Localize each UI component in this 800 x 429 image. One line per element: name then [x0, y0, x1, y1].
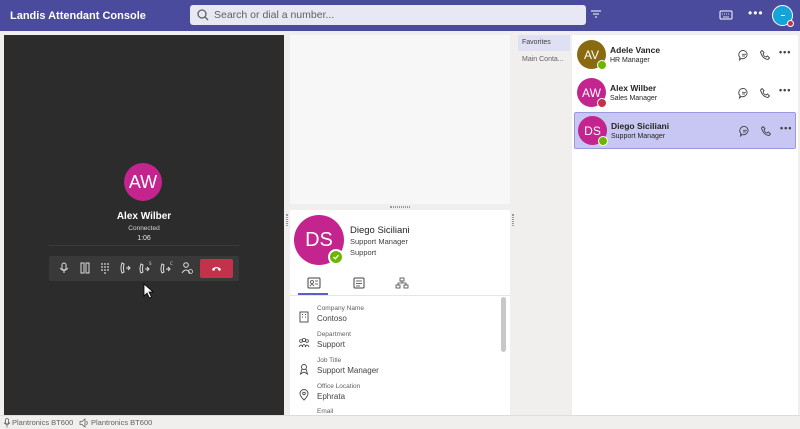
location-icon [299, 389, 309, 401]
hangup-button[interactable] [200, 259, 233, 278]
hangup-icon [212, 267, 221, 271]
busy-presence-icon [597, 98, 607, 108]
field-label: Email [317, 408, 334, 415]
more-options-icon[interactable]: ••• [780, 123, 792, 133]
microphone-icon[interactable] [3, 418, 11, 428]
contact-role: Support Manager [611, 133, 666, 140]
field-job-title: Job Title Support Manager [298, 357, 488, 381]
tab-favorites[interactable]: Favorites [518, 35, 570, 51]
device-status-bar: Plantronics BT600 Plantronics BT600 [0, 415, 800, 429]
detail-scrollbar[interactable] [501, 297, 506, 352]
contact-item-selected[interactable]: DS Diego Siciliani Support Manager ••• [574, 112, 796, 149]
field-value: Support Manager [317, 366, 379, 375]
speaker-icon[interactable] [79, 418, 89, 428]
field-office-location: Office Location Ephrata [298, 383, 488, 407]
speaker-device-label[interactable]: Plantronics BT600 [91, 418, 152, 427]
contact-list: AV Adele Vance HR Manager ••• AW Alex Wi… [572, 35, 798, 415]
group-tabs: Favorites Main Conta... [516, 35, 570, 415]
svg-text:C: C [170, 261, 173, 266]
available-presence-icon [598, 136, 608, 146]
contact-name: Diego Siciliani [611, 121, 670, 131]
detail-name: Diego Siciliani [350, 225, 410, 236]
field-label: Company Name [317, 305, 364, 312]
contact-name: Alex Wilber [610, 83, 657, 93]
available-presence-icon [597, 60, 607, 70]
call-timer: 1:06 [137, 235, 151, 242]
contact-item[interactable]: AV Adele Vance HR Manager ••• [574, 37, 796, 74]
call-avatar: AW [124, 163, 162, 201]
available-presence-icon [328, 249, 344, 265]
presence-dot-icon [787, 20, 794, 27]
detail-job-title: Support Manager [350, 237, 408, 246]
hold-icon[interactable] [78, 261, 92, 275]
contact-name: Adele Vance [610, 45, 661, 55]
dialpad-icon[interactable] [98, 261, 112, 275]
add-participant-icon[interactable] [180, 261, 194, 275]
tab-main-contacts[interactable]: Main Conta... [518, 52, 570, 68]
divider [49, 245, 239, 246]
phone-icon[interactable] [759, 49, 771, 61]
chat-icon[interactable] [739, 125, 751, 137]
transfer-icon[interactable] [118, 261, 132, 275]
field-value: Contoso [317, 314, 347, 323]
field-email: Email [298, 408, 488, 415]
tab-contact-card-icon[interactable] [307, 277, 321, 289]
detail-department: Support [350, 248, 377, 257]
contact-role: Sales Manager [610, 95, 658, 102]
field-value: Ephrata [317, 392, 346, 401]
badge-icon [299, 364, 309, 375]
empty-pane [290, 35, 510, 204]
mic-icon[interactable] [57, 261, 71, 275]
field-department: Department Support [298, 331, 488, 355]
tab-org-chart-icon[interactable] [395, 277, 409, 289]
field-label: Office Location [317, 383, 361, 390]
more-options-icon[interactable]: ••• [779, 85, 791, 95]
filter-icon[interactable] [590, 8, 602, 20]
cursor-icon [143, 283, 155, 299]
consult-transfer-icon[interactable]: C [159, 261, 173, 275]
contact-item[interactable]: AW Alex Wilber Sales Manager ••• [574, 75, 796, 112]
tab-notes-icon[interactable] [352, 277, 366, 289]
phone-icon[interactable] [759, 87, 771, 99]
safe-transfer-icon[interactable]: S [138, 261, 152, 275]
keyboard-icon[interactable] [719, 9, 733, 21]
chat-icon[interactable] [738, 87, 750, 99]
search-input[interactable] [214, 9, 574, 21]
call-contact-name: Alex Wilber [116, 211, 172, 222]
phone-icon[interactable] [760, 125, 772, 137]
call-controls: S C [49, 256, 239, 281]
contact-detail-pane: DS Diego Siciliani Support Manager Suppo… [290, 210, 510, 415]
top-bar: Landis Attendant Console ••• [0, 0, 800, 31]
tabs-divider [290, 295, 510, 296]
contact-role: HR Manager [610, 57, 650, 64]
building-icon [299, 311, 309, 323]
field-company: Company Name Contoso [298, 305, 488, 329]
field-value: Support [317, 340, 346, 349]
search-box[interactable] [190, 5, 586, 25]
svg-text:S: S [149, 261, 152, 266]
user-avatar[interactable] [772, 5, 794, 27]
chat-icon[interactable] [738, 49, 750, 61]
app-title: Landis Attendant Console [10, 9, 146, 22]
people-icon [298, 337, 310, 348]
field-label: Job Title [317, 357, 342, 364]
call-status: Connected [128, 225, 160, 232]
field-label: Department [317, 331, 351, 338]
microphone-device-label[interactable]: Plantronics BT600 [12, 418, 73, 427]
search-icon [197, 9, 209, 21]
more-options-icon[interactable]: ••• [748, 6, 764, 20]
more-options-icon[interactable]: ••• [779, 47, 791, 57]
active-call-panel: AW Alex Wilber Connected 1:06 S C [4, 35, 284, 415]
